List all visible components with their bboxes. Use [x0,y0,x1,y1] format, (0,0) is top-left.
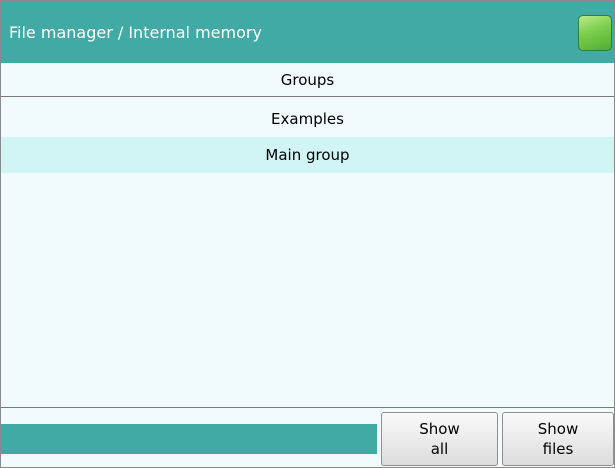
footer-accent-bar [1,424,377,454]
title-bar: File manager / Internal memory [1,1,614,63]
green-status-indicator-icon [578,15,612,51]
list-item-examples[interactable]: Examples [1,101,614,137]
softkey-bar: Show all Show files [1,408,614,467]
list-item-main-group[interactable]: Main group [1,137,614,173]
show-files-button-line1: Show [537,420,579,438]
show-all-button-line1: Show [419,420,460,438]
file-manager-screen: File manager / Internal memory Groups Ex… [0,0,615,468]
page-title: File manager / Internal memory [9,23,262,42]
column-header-groups: Groups [1,63,614,97]
show-all-button-line2: all [430,440,449,458]
show-files-button-line2: files [542,440,574,458]
groups-list: Groups Examples Main group [1,63,614,407]
show-all-button[interactable]: Show all [381,412,498,466]
show-files-button[interactable]: Show files [502,412,614,466]
